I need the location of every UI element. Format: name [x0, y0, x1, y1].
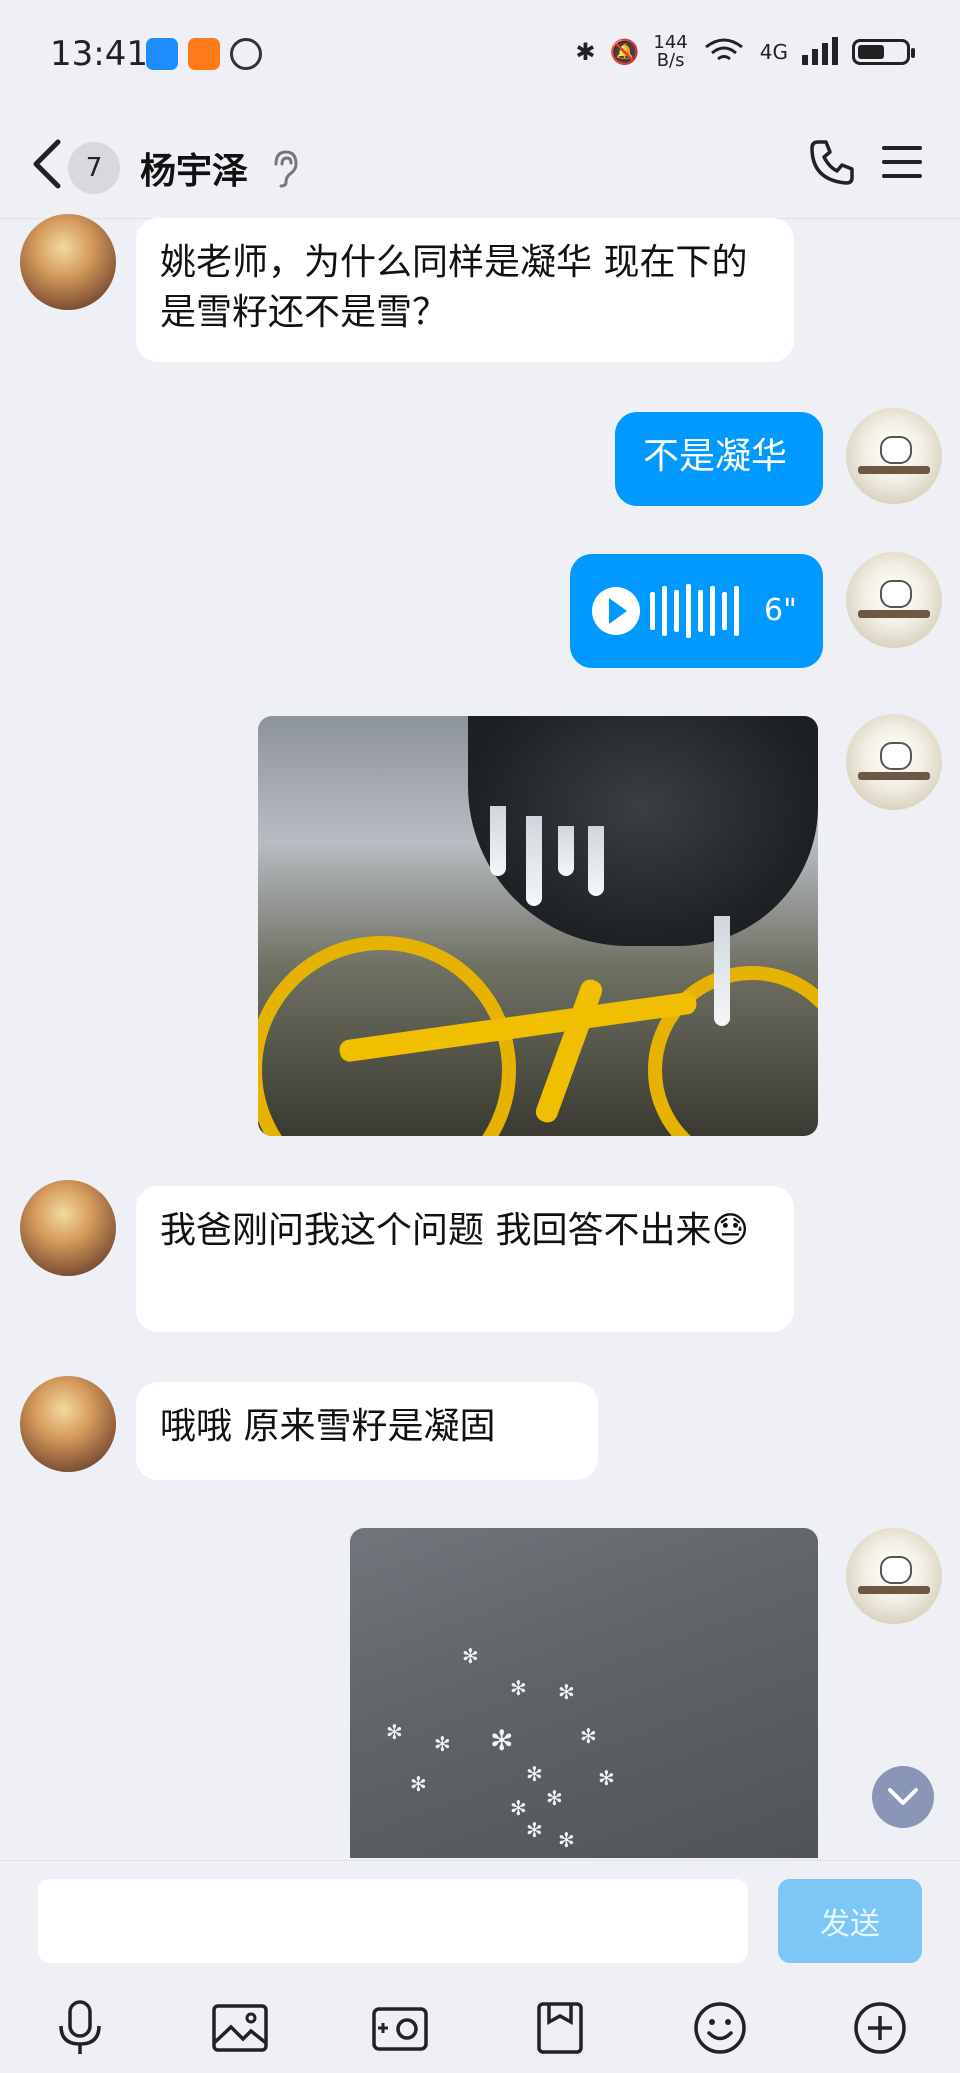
net-speed: 144 B/s	[653, 32, 688, 71]
input-bar: 发送	[0, 1860, 960, 2073]
contact-avatar[interactable]	[20, 214, 116, 310]
contact-avatar[interactable]	[20, 1180, 116, 1276]
my-avatar[interactable]	[846, 714, 942, 810]
signal-icon	[802, 35, 838, 70]
phone-icon	[810, 140, 854, 185]
chevron-down-icon	[888, 1788, 918, 1805]
microphone-icon	[59, 2000, 101, 2054]
image-button[interactable]	[205, 1993, 275, 2063]
mute-icon: 🔕	[609, 38, 640, 66]
message-text: 哦哦 原来雪籽是凝固	[160, 1406, 496, 1447]
message-bubble-incoming[interactable]: 哦哦 原来雪籽是凝固	[136, 1382, 598, 1480]
voice-button[interactable]	[45, 1993, 115, 2063]
cell-label: 4G	[759, 40, 788, 64]
wifi-icon	[702, 35, 746, 70]
emoji-button[interactable]	[685, 1993, 755, 2063]
more-button[interactable]	[845, 1993, 915, 2063]
contact-avatar[interactable]	[20, 1376, 116, 1472]
image-message-snowflakes[interactable]: ✻ ✻ ✻ ✻ ✻ ✻ ✻ ✻ ✻ ✻ ✻ ✻ ✻ ✻	[350, 1528, 818, 1858]
my-avatar[interactable]	[846, 552, 942, 648]
menu-button[interactable]	[880, 140, 924, 188]
app-status-icon	[230, 38, 262, 70]
voice-duration: 6"	[764, 593, 797, 628]
cloud-app-icon	[146, 38, 178, 70]
message-input[interactable]	[38, 1879, 748, 1963]
battery-icon	[852, 39, 915, 65]
call-button[interactable]	[806, 136, 858, 192]
message-text: 我爸刚问我这个问题 我回答不出来😓	[160, 1210, 749, 1251]
status-icons: ✱ 🔕 144 B/s 4G	[575, 32, 915, 71]
emoji-icon	[694, 2002, 746, 2054]
camera-button[interactable]	[365, 1993, 435, 2063]
message-bubble-outgoing[interactable]: 不是凝华	[615, 412, 823, 506]
message-text: 姚老师，为什么同样是凝华 现在下的是雪籽还不是雪？	[160, 242, 748, 333]
my-avatar[interactable]	[846, 408, 942, 504]
send-button[interactable]: 发送	[778, 1879, 922, 1963]
message-bubble-incoming[interactable]: 我爸刚问我这个问题 我回答不出来😓	[136, 1186, 794, 1332]
file-button[interactable]	[525, 1993, 595, 2063]
input-toolbar	[0, 1993, 960, 2063]
unread-count-badge[interactable]: 7	[68, 142, 120, 194]
hamburger-icon	[882, 146, 922, 178]
status-time: 13:41	[50, 34, 148, 74]
scroll-to-bottom-button[interactable]	[872, 1766, 934, 1828]
contact-name[interactable]: 杨宇泽	[140, 142, 248, 194]
camera-icon	[372, 2007, 428, 2051]
bluetooth-icon: ✱	[575, 38, 596, 66]
plus-icon	[854, 2002, 906, 2054]
chevron-left-icon	[33, 139, 61, 189]
voice-message-bubble[interactable]: 6"	[570, 554, 823, 668]
message-bubble-incoming[interactable]: 姚老师，为什么同样是凝华 现在下的是雪籽还不是雪？	[136, 218, 794, 362]
chat-header: 7 杨宇泽	[0, 110, 960, 219]
status-bar: 13:41 ✱ 🔕 144 B/s 4G	[0, 0, 960, 110]
image-message-bike[interactable]	[258, 716, 818, 1136]
image-icon	[212, 2004, 268, 2052]
app-notification-icon	[188, 38, 220, 70]
ear-mode-icon	[270, 148, 300, 192]
my-avatar[interactable]	[846, 1528, 942, 1624]
message-text: 不是凝华	[643, 436, 788, 477]
file-icon	[537, 2002, 583, 2054]
back-button[interactable]	[28, 136, 68, 192]
